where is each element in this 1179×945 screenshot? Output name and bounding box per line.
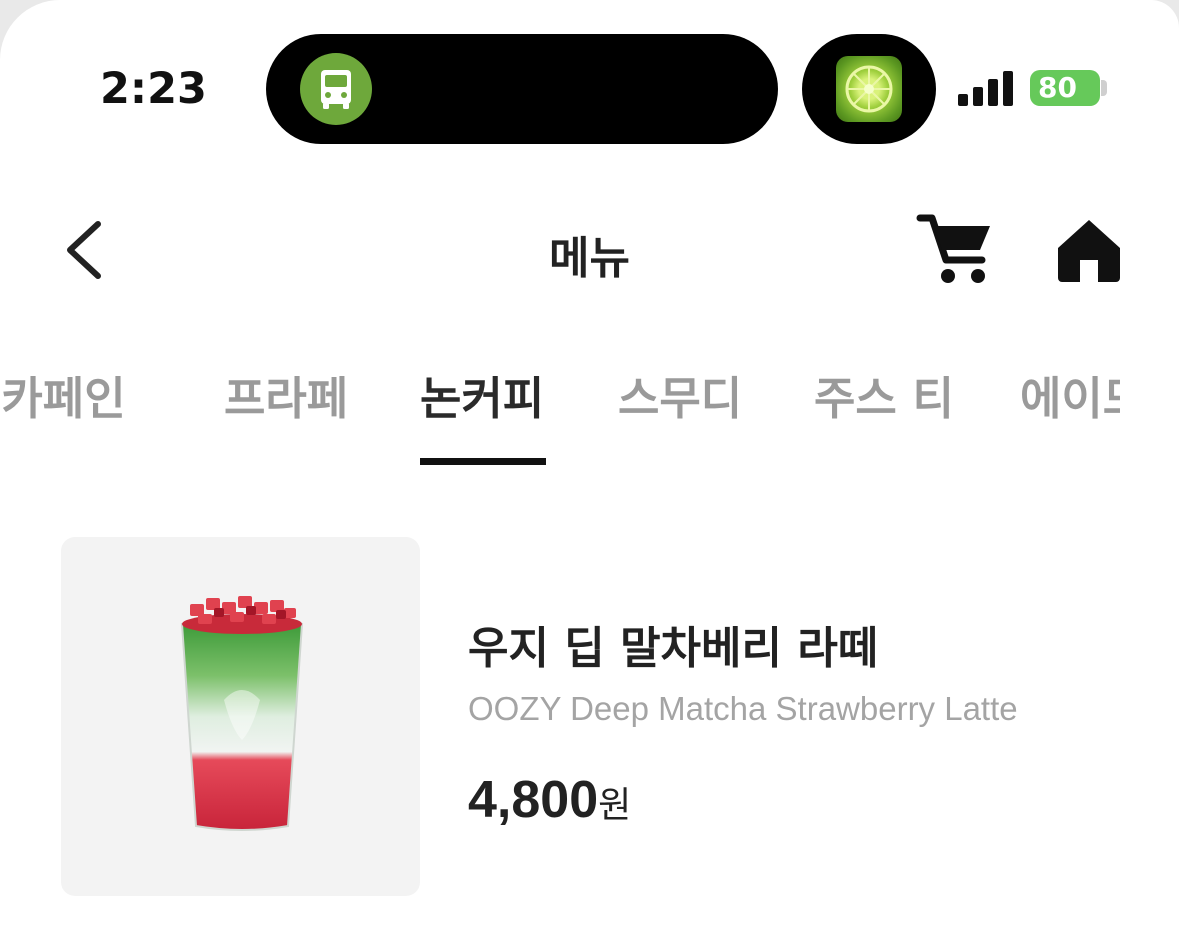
lime-app-icon[interactable] (836, 56, 902, 122)
active-tab-indicator (420, 458, 546, 465)
tab-frappe[interactable]: 프라페 (224, 362, 348, 427)
cart-button[interactable] (916, 212, 994, 286)
cart-icon (916, 214, 990, 283)
status-time: 2:23 (100, 64, 207, 114)
price-value: 4,800 (468, 771, 599, 829)
battery-cap (1101, 80, 1107, 96)
price-currency: 원 (598, 784, 632, 825)
tab-smoothie[interactable]: 스무디 (618, 362, 742, 427)
drink-image (180, 596, 304, 831)
home-icon (1058, 220, 1120, 282)
tab-juice-tea[interactable]: 주스 티 (814, 362, 954, 427)
category-tabs: 디카페인 프라페 논커피 스무디 주스 티 에이드 (0, 362, 1120, 472)
signal-icon (958, 71, 1013, 106)
product-name-ko[interactable]: 우지 딥 말차베리 라떼 (468, 612, 878, 676)
battery-indicator: 80 (1030, 70, 1100, 106)
bus-icon[interactable] (300, 53, 372, 125)
product-name-en: OOZY Deep Matcha Strawberry Latte (468, 690, 1018, 727)
battery-level: 80 (1038, 71, 1077, 104)
app-screen: 2:23 80 메뉴 카페인 프라페 논커피 스무디 주스 티 에이 우지 딥 … (0, 0, 1179, 945)
tab-decaf[interactable]: 디카페인 (0, 362, 126, 427)
tab-ade[interactable]: 에이드 (1020, 362, 1120, 427)
product-price: 4,800원 (468, 770, 631, 830)
tab-noncoffee[interactable]: 논커피 (420, 362, 544, 427)
home-button[interactable] (1056, 218, 1122, 282)
page-title: 메뉴 (549, 233, 630, 284)
